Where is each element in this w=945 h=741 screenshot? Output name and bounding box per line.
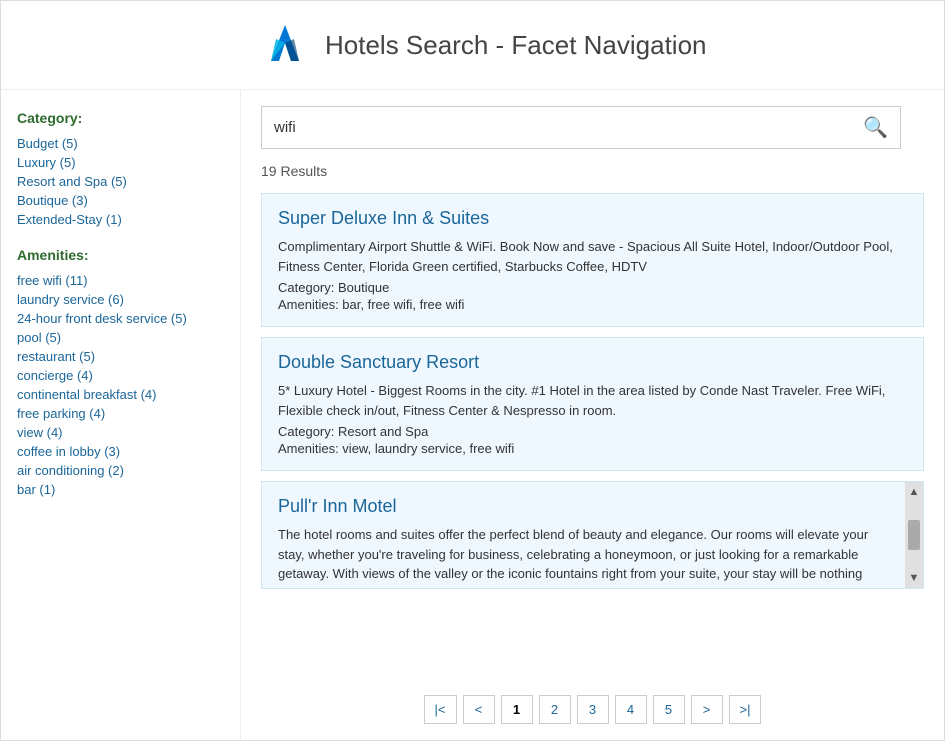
amenity-facet-item[interactable]: restaurant (5) [17, 347, 224, 366]
search-input[interactable] [262, 109, 851, 146]
scroll-down-arrow[interactable]: ▼ [909, 572, 920, 584]
result-category: Category: Boutique [278, 280, 907, 295]
category-facet-item[interactable]: Boutique (3) [17, 191, 224, 210]
page-last-btn[interactable]: >| [729, 695, 762, 724]
result-title[interactable]: Super Deluxe Inn & Suites [278, 208, 907, 229]
results-list: Super Deluxe Inn & Suites Complimentary A… [261, 193, 924, 599]
category-facets: Budget (5)Luxury (5)Resort and Spa (5)Bo… [17, 134, 224, 229]
page-num-btn[interactable]: 4 [615, 695, 647, 724]
result-description: 5* Luxury Hotel - Biggest Rooms in the c… [278, 381, 907, 420]
page-first-btn[interactable]: |< [424, 695, 457, 724]
amenity-facet-item[interactable]: coffee in lobby (3) [17, 442, 224, 461]
page-title: Hotels Search - Facet Navigation [325, 30, 707, 61]
page-num-btn[interactable]: 5 [653, 695, 685, 724]
pagination: |<<12345>>| [261, 675, 924, 724]
search-button[interactable]: 🔍 [851, 107, 900, 148]
amenities-section: Amenities: free wifi (11)laundry service… [17, 247, 224, 499]
category-facet-item[interactable]: Budget (5) [17, 134, 224, 153]
content-area: 🔍 19 Results Super Deluxe Inn & Suites Co… [241, 90, 944, 740]
result-category: Category: Resort and Spa [278, 424, 907, 439]
page-num-btn[interactable]: 3 [577, 695, 609, 724]
page-num-btn[interactable]: 2 [539, 695, 571, 724]
category-title: Category: [17, 110, 224, 126]
result-card: Super Deluxe Inn & Suites Complimentary A… [261, 193, 924, 327]
amenity-facet-item[interactable]: pool (5) [17, 328, 224, 347]
sidebar: Category: Budget (5)Luxury (5)Resort and… [1, 90, 241, 740]
search-bar-row: 🔍 [261, 106, 924, 149]
results-count: 19 Results [261, 163, 924, 179]
amenity-facet-item[interactable]: bar (1) [17, 480, 224, 499]
amenity-facet-item[interactable]: free wifi (11) [17, 271, 224, 290]
category-facet-item[interactable]: Luxury (5) [17, 153, 224, 172]
amenities-title: Amenities: [17, 247, 224, 263]
amenity-facet-item[interactable]: air conditioning (2) [17, 461, 224, 480]
amenity-facet-item[interactable]: free parking (4) [17, 404, 224, 423]
result-amenities: Amenities: bar, free wifi, free wifi [278, 297, 907, 312]
scroll-up-arrow[interactable]: ▲ [909, 486, 920, 498]
amenity-facet-item[interactable]: view (4) [17, 423, 224, 442]
scroll-indicator[interactable]: ▲▼ [905, 482, 923, 588]
category-facet-item[interactable]: Extended-Stay (1) [17, 210, 224, 229]
page-next-btn[interactable]: > [691, 695, 723, 724]
page-num-btn[interactable]: 1 [501, 695, 533, 724]
app-logo [261, 21, 309, 69]
result-description: Complimentary Airport Shuttle & WiFi. Bo… [278, 237, 907, 276]
scroll-thumb[interactable] [908, 520, 920, 550]
result-amenities: Amenities: view, laundry service, free w… [278, 441, 907, 456]
result-title[interactable]: Pull'r Inn Motel [278, 496, 887, 517]
amenity-facet-item[interactable]: 24-hour front desk service (5) [17, 309, 224, 328]
category-section: Category: Budget (5)Luxury (5)Resort and… [17, 110, 224, 229]
search-input-wrapper: 🔍 [261, 106, 901, 149]
result-description: The hotel rooms and suites offer the per… [278, 525, 887, 589]
amenity-facet-item[interactable]: concierge (4) [17, 366, 224, 385]
page-prev-btn[interactable]: < [463, 695, 495, 724]
amenities-facets: free wifi (11)laundry service (6)24-hour… [17, 271, 224, 499]
result-card: Double Sanctuary Resort 5* Luxury Hotel -… [261, 337, 924, 471]
amenity-facet-item[interactable]: laundry service (6) [17, 290, 224, 309]
category-facet-item[interactable]: Resort and Spa (5) [17, 172, 224, 191]
result-title[interactable]: Double Sanctuary Resort [278, 352, 907, 373]
result-card-scrollable: Pull'r Inn Motel The hotel rooms and suit… [261, 481, 924, 589]
amenity-facet-item[interactable]: continental breakfast (4) [17, 385, 224, 404]
